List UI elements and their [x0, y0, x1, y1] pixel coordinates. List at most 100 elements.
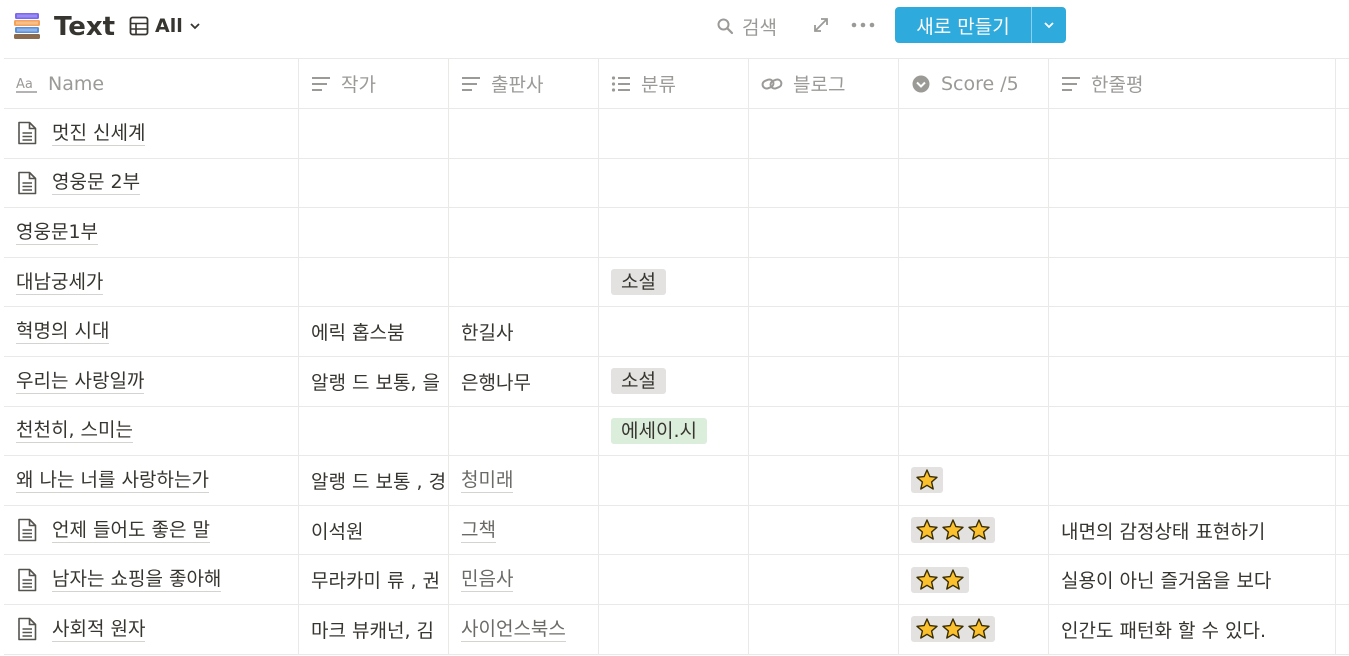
- expand-icon[interactable]: [812, 16, 830, 34]
- blog-cell[interactable]: [749, 307, 899, 356]
- review-cell[interactable]: [1049, 109, 1336, 158]
- table-row[interactable]: 우리는 사랑일까 알랭 드 보통, 을 은행나무 소설: [4, 356, 1349, 407]
- table-row[interactable]: 영웅문 2부: [4, 158, 1349, 209]
- row-title[interactable]: 영웅문 2부: [52, 170, 141, 196]
- publisher-cell[interactable]: [449, 208, 599, 257]
- blog-cell[interactable]: [749, 505, 899, 555]
- score-cell[interactable]: [899, 356, 1049, 406]
- blog-cell[interactable]: [749, 456, 899, 505]
- author-cell[interactable]: [299, 406, 449, 456]
- search-button[interactable]: 검색: [716, 12, 777, 40]
- table-row[interactable]: 영웅문1부: [4, 208, 1349, 258]
- new-dropdown-button[interactable]: [1032, 7, 1066, 43]
- category-cell[interactable]: [599, 109, 749, 158]
- author-cell[interactable]: [299, 158, 449, 208]
- category-cell[interactable]: [599, 604, 749, 654]
- review-cell[interactable]: [1049, 456, 1336, 505]
- publisher-text[interactable]: 그책: [461, 518, 496, 543]
- column-header-1[interactable]: 작가: [299, 59, 449, 108]
- publisher-cell[interactable]: 그책: [449, 505, 599, 555]
- table-row[interactable]: 언제 들어도 좋은 말 이석원 그책 내면의 감정상태 표현하기: [4, 505, 1349, 556]
- score-cell[interactable]: [899, 406, 1049, 456]
- blog-cell[interactable]: [749, 109, 899, 158]
- column-header-6[interactable]: 한줄평: [1049, 59, 1336, 108]
- row-title[interactable]: 왜 나는 너를 사랑하는가: [16, 468, 209, 493]
- name-cell[interactable]: 천천히, 스미는: [4, 406, 299, 456]
- category-cell[interactable]: 소설: [599, 356, 749, 406]
- review-cell[interactable]: [1049, 257, 1336, 307]
- category-tag[interactable]: 에세이.시: [611, 417, 707, 444]
- row-title[interactable]: 남자는 쇼핑을 좋아해: [52, 567, 222, 593]
- publisher-cell[interactable]: 한길사: [449, 307, 599, 356]
- column-header-3[interactable]: 분류: [599, 59, 749, 108]
- category-tag[interactable]: 소설: [611, 269, 666, 296]
- name-cell[interactable]: 멋진 신세계: [4, 109, 299, 158]
- name-cell[interactable]: 영웅문1부: [4, 208, 299, 257]
- score-cell[interactable]: [899, 109, 1049, 158]
- name-cell[interactable]: 영웅문 2부: [4, 158, 299, 208]
- publisher-cell[interactable]: 사이언스북스: [449, 604, 599, 654]
- category-cell[interactable]: [599, 158, 749, 208]
- publisher-cell[interactable]: 은행나무: [449, 356, 599, 406]
- column-header-5[interactable]: Score /5: [899, 59, 1049, 108]
- publisher-text[interactable]: 청미래: [461, 468, 514, 493]
- name-cell[interactable]: 우리는 사랑일까: [4, 356, 299, 406]
- score-tag[interactable]: [911, 616, 995, 643]
- score-tag[interactable]: [911, 467, 943, 494]
- add-column-area[interactable]: [1336, 59, 1349, 108]
- row-title[interactable]: 천천히, 스미는: [16, 418, 133, 444]
- review-cell[interactable]: [1049, 208, 1336, 257]
- blog-cell[interactable]: [749, 356, 899, 406]
- score-cell[interactable]: [899, 604, 1049, 654]
- blog-cell[interactable]: [749, 208, 899, 257]
- table-row[interactable]: 천천히, 스미는 에세이.시: [4, 406, 1349, 457]
- table-row[interactable]: 멋진 신세계: [4, 109, 1349, 159]
- blog-cell[interactable]: [749, 555, 899, 604]
- blog-cell[interactable]: [749, 257, 899, 307]
- row-title[interactable]: 사회적 원자: [52, 617, 146, 642]
- row-title[interactable]: 혁명의 시대: [16, 319, 110, 345]
- name-cell[interactable]: 언제 들어도 좋은 말: [4, 505, 299, 555]
- author-cell[interactable]: 마크 뷰캐넌, 김: [299, 604, 449, 654]
- row-title[interactable]: 대남궁세가: [16, 270, 104, 295]
- publisher-cell[interactable]: [449, 158, 599, 208]
- review-cell[interactable]: [1049, 307, 1336, 356]
- table-row[interactable]: 사회적 원자 마크 뷰캐넌, 김 사이언스북스 인간도 패턴화 할 수 있다.: [4, 604, 1349, 655]
- name-cell[interactable]: 사회적 원자: [4, 604, 299, 654]
- database-title[interactable]: Text: [54, 10, 115, 44]
- publisher-cell[interactable]: [449, 109, 599, 158]
- author-cell[interactable]: 알랭 드 보통, 을: [299, 356, 449, 406]
- review-cell[interactable]: 내면의 감정상태 표현하기: [1049, 505, 1336, 555]
- score-cell[interactable]: [899, 158, 1049, 208]
- author-cell[interactable]: [299, 109, 449, 158]
- column-header-2[interactable]: 출판사: [449, 59, 599, 108]
- author-cell[interactable]: 무라카미 류 , 권: [299, 555, 449, 604]
- table-row[interactable]: 대남궁세가 소설: [4, 257, 1349, 308]
- review-cell[interactable]: 실용이 아닌 즐거움을 보다: [1049, 555, 1336, 604]
- column-header-0[interactable]: Aa Name: [4, 59, 299, 108]
- name-cell[interactable]: 혁명의 시대: [4, 307, 299, 356]
- row-title[interactable]: 영웅문1부: [16, 220, 99, 245]
- publisher-cell[interactable]: 청미래: [449, 456, 599, 505]
- category-cell[interactable]: [599, 307, 749, 356]
- blog-cell[interactable]: [749, 158, 899, 208]
- new-button[interactable]: 새로 만들기: [895, 7, 1031, 43]
- publisher-cell[interactable]: [449, 406, 599, 456]
- score-cell[interactable]: [899, 257, 1049, 307]
- column-header-4[interactable]: 블로그: [749, 59, 899, 108]
- row-title[interactable]: 우리는 사랑일까: [16, 369, 145, 394]
- author-cell[interactable]: [299, 208, 449, 257]
- row-title[interactable]: 언제 들어도 좋은 말: [52, 518, 210, 543]
- publisher-text[interactable]: 사이언스북스: [461, 617, 566, 642]
- category-cell[interactable]: 에세이.시: [599, 406, 749, 456]
- blog-cell[interactable]: [749, 406, 899, 456]
- score-cell[interactable]: [899, 555, 1049, 604]
- review-cell[interactable]: [1049, 406, 1336, 456]
- blog-cell[interactable]: [749, 604, 899, 654]
- publisher-cell[interactable]: [449, 257, 599, 307]
- category-tag[interactable]: 소설: [611, 368, 666, 395]
- publisher-cell[interactable]: 민음사: [449, 555, 599, 604]
- score-cell[interactable]: [899, 208, 1049, 257]
- score-tag[interactable]: [911, 566, 969, 593]
- category-cell[interactable]: [599, 456, 749, 505]
